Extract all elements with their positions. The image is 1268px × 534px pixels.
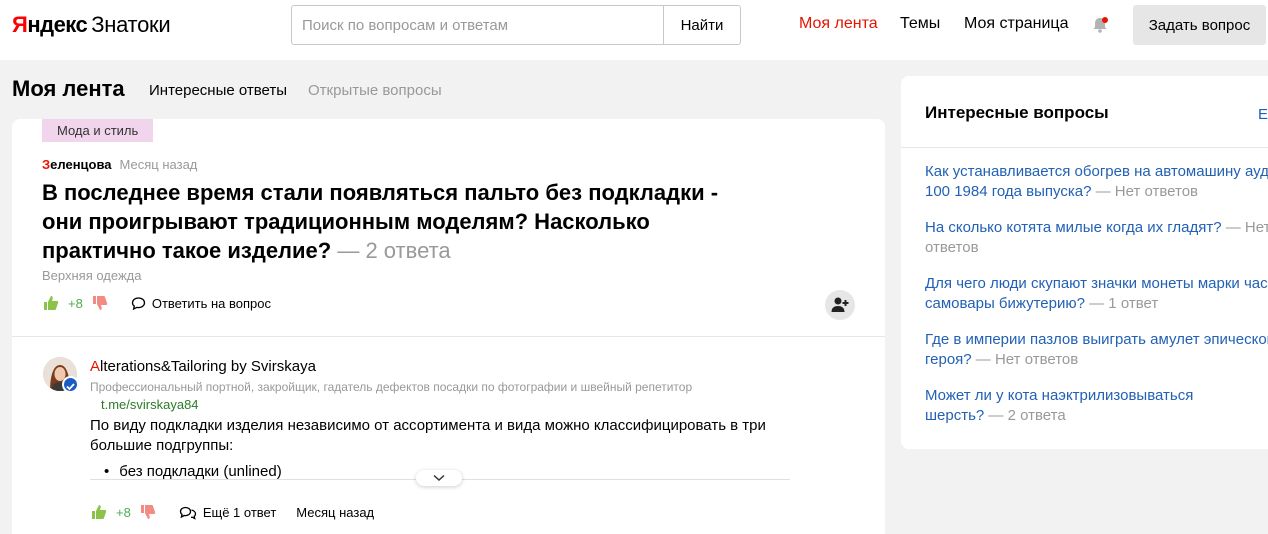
bell-icon[interactable] xyxy=(1091,16,1109,34)
reply-label: Ответить на вопрос xyxy=(151,295,272,311)
question-author-first-letter: З xyxy=(42,157,51,172)
answer-text: По виду подкладки изделия независимо от … xyxy=(90,417,766,454)
follow-question-button[interactable] xyxy=(825,290,855,320)
nav-my-feed[interactable]: Моя лента xyxy=(799,15,878,33)
answer-bullet-item: • без подкладки (unlined) xyxy=(104,463,282,480)
sidebar-question-3-line1: Для чего люди скупают значки монеты марк… xyxy=(925,275,1268,292)
answer-actions: +8 Ещё 1 ответ Месяц назад xyxy=(90,503,374,521)
topic-tag[interactable]: Мода и стиль xyxy=(42,119,154,142)
question-category[interactable]: Верхняя одежда xyxy=(42,268,141,283)
answer-thumb-up-icon[interactable] xyxy=(90,503,108,521)
question-score: +8 xyxy=(68,295,83,311)
tab-open-questions[interactable]: Открытые вопросы xyxy=(308,82,442,99)
sidebar-question-1-line2: 100 1984 года выпуска? xyxy=(925,183,1092,200)
question-actions: +8 Ответить на вопрос xyxy=(42,294,271,312)
nav-my-page[interactable]: Моя страница xyxy=(964,15,1068,33)
sidebar-question-5[interactable]: Может ли у кота наэктрилизовываться шерс… xyxy=(925,386,1268,426)
answer-author-description: Профессиональный портной, закройщик, гад… xyxy=(90,380,693,394)
yandex-znatoki-logo[interactable]: Яндекс Знатоки xyxy=(12,12,171,42)
top-header: Яндекс Знатоки Найти Моя лента Темы Моя … xyxy=(0,0,1268,60)
answer-thumb-down-icon[interactable] xyxy=(139,503,157,521)
sidebar-question-1-meta: — Нет ответов xyxy=(1091,183,1199,200)
search-button[interactable]: Найти xyxy=(663,6,740,44)
answers-count[interactable]: — 2 ответа xyxy=(331,238,450,263)
more-answers-button[interactable]: Ещё 1 ответ xyxy=(179,505,276,520)
answer-bullet-text: без подкладки (unlined) xyxy=(119,463,282,480)
sidebar-question-2-meta1: — Нет xyxy=(1221,219,1268,236)
thumb-down-icon[interactable] xyxy=(91,294,109,312)
sidebar-question-3-meta: — 1 ответ xyxy=(1084,295,1159,312)
sidebar-question-1-line1: Как устанавливается обогрев на автомашин… xyxy=(925,163,1268,180)
sidebar-question-1[interactable]: Как устанавливается обогрев на автомашин… xyxy=(925,162,1268,202)
sidebar-question-5-line1: Может ли у кота наэктрилизовываться xyxy=(925,387,1194,404)
add-person-icon xyxy=(831,297,849,312)
nav-topics[interactable]: Темы xyxy=(900,15,940,33)
question-title[interactable]: В последнее время стали появляться пальт… xyxy=(42,178,762,265)
checkmark-icon xyxy=(66,383,75,391)
question-author[interactable]: Зеленцова xyxy=(42,157,112,172)
expand-answer-button[interactable] xyxy=(416,470,462,486)
sidebar-question-2-line1: На сколько котята милые когда их гладят? xyxy=(925,219,1222,236)
reply-button[interactable]: Ответить на вопрос xyxy=(131,296,271,311)
thumb-up-icon[interactable] xyxy=(42,294,60,312)
chevron-down-icon xyxy=(433,474,445,482)
sidebar-question-5-line2: шерсть? xyxy=(925,407,985,424)
question-author-line: Зеленцова Месяц назад xyxy=(42,157,197,172)
page-title: Моя лента xyxy=(12,76,125,101)
verified-badge-icon xyxy=(62,376,79,393)
sidebar-question-3-line2: самовары бижутерию? xyxy=(925,295,1085,312)
sidebar-divider xyxy=(901,147,1268,148)
sidebar-question-5-meta: — 2 ответа xyxy=(984,407,1066,424)
question-time: Месяц назад xyxy=(119,157,198,172)
search-input[interactable] xyxy=(292,6,663,44)
logo-brand: Яндекс xyxy=(12,12,88,38)
comments-icon xyxy=(179,506,196,520)
logo-brand-rest: ндекс xyxy=(27,12,88,37)
tab-interesting-answers[interactable]: Интересные ответы xyxy=(149,82,287,99)
answer-author-first-letter: A xyxy=(90,358,101,375)
sidebar-question-4-line1: Где в империи пазлов выиграть амулет эпи… xyxy=(925,331,1268,348)
sidebar-question-4[interactable]: Где в империи пазлов выиграть амулет эпи… xyxy=(925,330,1268,370)
sidebar-question-2-meta: ответов xyxy=(925,239,979,256)
ask-question-button[interactable]: Задать вопрос xyxy=(1133,5,1266,45)
sidebar-question-2[interactable]: На сколько котята милые когда их гладят?… xyxy=(925,218,1268,258)
card-divider xyxy=(12,336,885,337)
search-box: Найти xyxy=(291,5,741,45)
answer-author-rest: lterations&Tailoring by Svirskaya xyxy=(100,358,316,375)
logo-product: Знатоки xyxy=(91,12,171,37)
comment-icon xyxy=(131,296,145,310)
sidebar-question-3[interactable]: Для чего люди скупают значки монеты марк… xyxy=(925,274,1268,314)
sidebar-question-4-line2: героя? xyxy=(925,351,972,368)
answer-author-name[interactable]: Alterations&Tailoring by Svirskaya xyxy=(90,358,316,375)
question-author-rest: еленцова xyxy=(50,157,112,172)
answer-time: Месяц назад xyxy=(296,504,375,520)
logo-brand-first-letter: Я xyxy=(12,12,28,37)
sidebar-question-4-meta: — Нет ответов xyxy=(971,351,1079,368)
sidebar-title: Интересные вопросы xyxy=(925,103,1109,122)
sidebar-more-link[interactable]: Е xyxy=(1258,106,1268,123)
answer-score: +8 xyxy=(116,504,131,520)
answer-author-link[interactable]: t.me/svirskaya84 xyxy=(101,397,199,412)
bullet-dot: • xyxy=(104,463,110,480)
more-answers-label: Ещё 1 ответ xyxy=(202,504,277,520)
